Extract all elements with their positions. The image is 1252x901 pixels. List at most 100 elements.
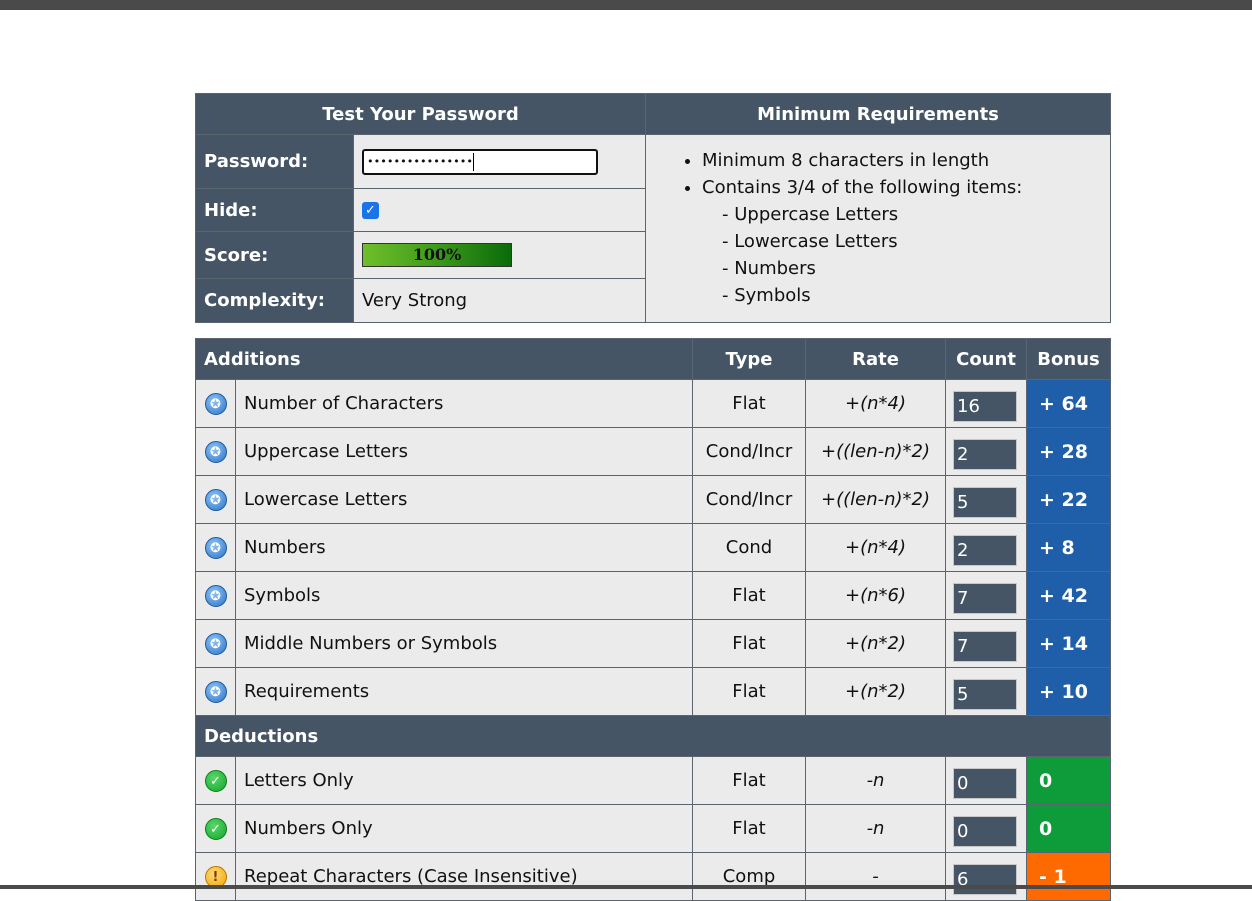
plus-badge-icon: ✪ <box>204 536 227 559</box>
row-type: Flat <box>692 571 807 620</box>
table-row: ✓ Numbers Only Flat -n 0 0 <box>195 804 1112 853</box>
sub-requirement: - Lowercase Letters <box>722 231 898 252</box>
row-name: Numbers Only <box>234 804 694 853</box>
row-rate: +(n*2) <box>805 667 947 716</box>
hide-cell: ✓ <box>353 188 646 232</box>
count-field: 2 <box>953 534 1018 566</box>
row-type: Cond <box>692 523 807 572</box>
row-count-cell: 2 <box>945 427 1028 476</box>
row-name: Middle Numbers or Symbols <box>234 619 694 668</box>
window-bottom-bar <box>0 885 1252 889</box>
row-count-cell: 0 <box>945 756 1028 805</box>
row-name: Requirements <box>234 667 694 716</box>
password-test-table: Test Your Password Minimum Requirements … <box>195 93 1111 323</box>
row-bonus: 0 <box>1026 756 1112 805</box>
row-icon-cell: ✪ <box>195 619 236 668</box>
row-bonus: + 8 <box>1026 523 1112 572</box>
row-type: Flat <box>692 804 807 853</box>
row-bonus: - 1 <box>1026 852 1112 901</box>
row-rate: +((len-n)*2) <box>805 427 947 476</box>
row-bonus: 0 <box>1026 804 1112 853</box>
row-rate: +(n*6) <box>805 571 947 620</box>
sub-requirement: - Numbers <box>722 258 816 279</box>
row-bonus: + 42 <box>1026 571 1112 620</box>
table-row: ✓ Letters Only Flat -n 0 0 <box>195 756 1112 805</box>
window-top-bar <box>0 0 1252 10</box>
count-header: Count <box>945 338 1028 380</box>
row-name: Repeat Characters (Case Insensitive) <box>234 852 694 901</box>
check-icon: ✓ <box>204 817 227 840</box>
row-count-cell: 16 <box>945 379 1028 428</box>
requirements-cell: Minimum 8 characters in length Contains … <box>645 134 1111 323</box>
complexity-value: Very Strong <box>353 278 646 323</box>
row-rate: - <box>805 852 947 901</box>
row-type: Flat <box>692 619 807 668</box>
row-icon-cell: ✪ <box>195 475 236 524</box>
row-bonus: + 64 <box>1026 379 1112 428</box>
table-row: ✪ Middle Numbers or Symbols Flat +(n*2) 7 + 1… <box>195 619 1112 668</box>
password-input[interactable]: •••••••••••••••• <box>362 148 598 175</box>
row-bonus: + 28 <box>1026 427 1112 476</box>
row-type: Flat <box>692 667 807 716</box>
row-count-cell: 5 <box>945 667 1028 716</box>
row-count-cell: 7 <box>945 619 1028 668</box>
row-icon-cell: ✪ <box>195 379 236 428</box>
table-row: ✪ Lowercase Letters Cond/Incr +((len-n)*2) 5… <box>195 475 1112 524</box>
count-field: 5 <box>953 486 1018 518</box>
type-header: Type <box>692 338 807 380</box>
text-caret <box>472 152 474 171</box>
count-field: 7 <box>953 582 1018 614</box>
check-icon: ✓ <box>204 769 227 792</box>
row-icon-cell: ✪ <box>195 523 236 572</box>
score-bar: 100% <box>362 243 512 267</box>
password-value: •••••••••••••••• <box>367 154 473 168</box>
hide-checkbox[interactable]: ✓ <box>362 201 379 219</box>
row-type: Cond/Incr <box>692 475 807 524</box>
table-row: ✪ Requirements Flat +(n*2) 5 + 10 <box>195 667 1112 716</box>
bonus-header: Bonus <box>1026 338 1112 380</box>
count-field: 2 <box>953 438 1018 470</box>
count-field: 6 <box>953 863 1018 895</box>
row-icon-cell: ! <box>195 852 236 901</box>
row-name: Letters Only <box>234 756 694 805</box>
score-cell: 100% <box>353 231 646 279</box>
row-icon-cell: ✪ <box>195 427 236 476</box>
row-count-cell: 5 <box>945 475 1028 524</box>
rate-header: Rate <box>805 338 947 380</box>
row-rate: -n <box>805 804 947 853</box>
row-name: Symbols <box>234 571 694 620</box>
row-count-cell: 0 <box>945 804 1028 853</box>
row-rate: +(n*4) <box>805 379 947 428</box>
row-count-cell: 2 <box>945 523 1028 572</box>
row-type: Cond/Incr <box>692 427 807 476</box>
row-type: Comp <box>692 852 807 901</box>
plus-badge-icon: ✪ <box>204 680 227 703</box>
count-field: 16 <box>953 390 1018 422</box>
min-requirements-header: Minimum Requirements <box>645 93 1111 135</box>
score-breakdown-table: Additions Type Rate Count Bonus ✪ Number … <box>194 338 1112 901</box>
row-count-cell: 7 <box>945 571 1028 620</box>
row-rate: -n <box>805 756 947 805</box>
deductions-header: Deductions <box>194 715 1112 757</box>
row-name: Number of Characters <box>234 379 694 428</box>
table-row: ✪ Symbols Flat +(n*6) 7 + 42 <box>195 571 1112 620</box>
row-name: Uppercase Letters <box>234 427 694 476</box>
row-name: Lowercase Letters <box>234 475 694 524</box>
row-rate: +((len-n)*2) <box>805 475 947 524</box>
password-label: Password: <box>195 134 354 189</box>
row-rate: +(n*4) <box>805 523 947 572</box>
password-cell: •••••••••••••••• <box>353 134 646 189</box>
row-rate: +(n*2) <box>805 619 947 668</box>
hide-label: Hide: <box>195 188 354 232</box>
table-row: ✪ Number of Characters Flat +(n*4) 16 + 64 <box>195 379 1112 428</box>
sub-requirement: - Uppercase Letters <box>722 204 899 225</box>
complexity-label: Complexity: <box>195 278 354 323</box>
count-field: 7 <box>953 630 1018 662</box>
additions-header: Additions <box>194 338 694 380</box>
plus-badge-icon: ✪ <box>204 632 227 655</box>
row-bonus: + 14 <box>1026 619 1112 668</box>
score-label: Score: <box>195 231 354 279</box>
count-field: 0 <box>953 767 1018 799</box>
plus-badge-icon: ✪ <box>204 488 227 511</box>
row-type: Flat <box>692 756 807 805</box>
